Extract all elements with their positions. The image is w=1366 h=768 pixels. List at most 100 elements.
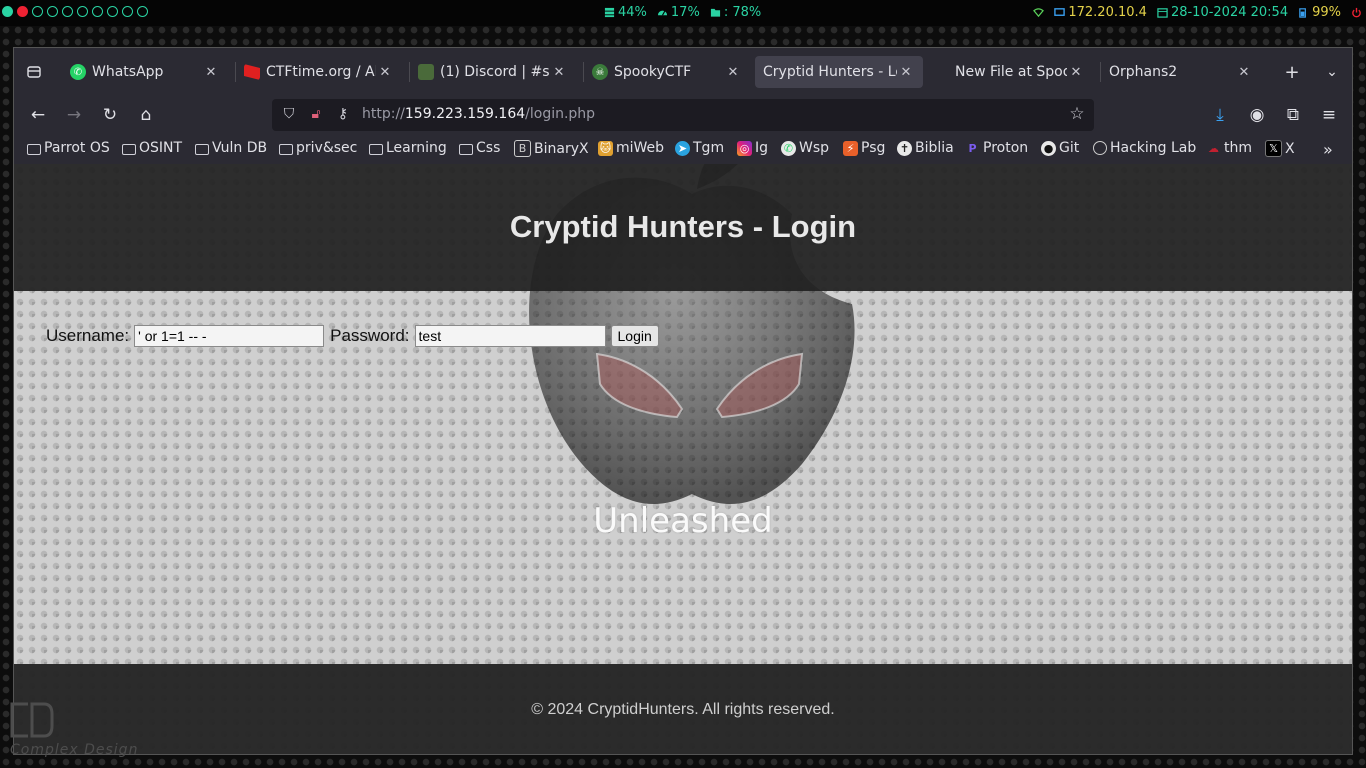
username-label: Username: (46, 326, 130, 345)
cat-icon: 🐱︎ (598, 140, 613, 156)
workspace-5[interactable] (62, 6, 73, 17)
bookmark-miweb[interactable]: 🐱︎ miWeb (598, 140, 664, 156)
close-icon[interactable]: ✕ (376, 65, 394, 80)
key-icon[interactable]: ⚷ (334, 105, 352, 123)
bookmark-wsp[interactable]: ✆ Wsp (781, 140, 829, 156)
address-bar[interactable]: ⛉ 🔓︎ ⚷ http://159.223.159.164/login.php … (272, 99, 1094, 131)
battery-icon (1299, 8, 1307, 18)
gauge-icon (657, 10, 667, 16)
web-page: Cryptid Hunters - Login Username: Passwo… (14, 164, 1352, 754)
tab-new-file[interactable]: New File at Spook ✕ (933, 56, 1093, 88)
menu-icon[interactable]: ≡ (1319, 105, 1339, 125)
workspace-9[interactable] (122, 6, 133, 17)
username-input[interactable] (134, 325, 325, 347)
close-icon[interactable]: ✕ (724, 65, 742, 80)
bookmark-tgm[interactable]: ➤ Tgm (675, 140, 724, 156)
tryhackme-icon: ☁ (1208, 141, 1219, 155)
tab-ctftime[interactable]: CTFtime.org / All ✕ (235, 56, 402, 88)
tab-discord[interactable]: (1) Discord | #so ✕ (409, 56, 576, 88)
bookmarks-overflow-icon[interactable]: » (1323, 140, 1333, 159)
bookmark-hacking-lab[interactable]: Hacking Lab (1093, 140, 1196, 156)
github-icon: ● (1041, 140, 1056, 156)
bookmark-git[interactable]: ● Git (1041, 140, 1079, 156)
lightning-icon: ⚡︎ (843, 140, 858, 156)
password-input[interactable] (414, 325, 606, 347)
bookmark-x[interactable]: 𝕏X (1265, 140, 1295, 157)
bookmark-proton[interactable]: P Proton (965, 140, 1028, 156)
close-icon[interactable]: ✕ (1235, 65, 1253, 80)
new-tab-icon[interactable]: + (1282, 62, 1302, 83)
workspace-10[interactable] (137, 6, 148, 17)
copyright-text: © 2024 CryptidHunters. All rights reserv… (531, 701, 835, 718)
bookmark-star-icon[interactable]: ☆ (1068, 104, 1086, 124)
home-icon[interactable]: ⌂ (136, 105, 156, 125)
bookmark-biblia[interactable]: ✝ Biblia (897, 140, 954, 156)
bible-icon: ✝ (897, 140, 912, 156)
close-icon[interactable]: ✕ (897, 65, 915, 80)
workspace-1[interactable] (2, 6, 13, 17)
folder-icon (122, 143, 136, 155)
folder-icon (279, 143, 293, 155)
login-form: Username: Password: Login (46, 325, 659, 347)
instagram-icon: ◎ (737, 140, 752, 156)
bookmark-folder-vuln-db[interactable]: Vuln DB (195, 140, 267, 156)
whatsapp-icon: ✆ (781, 140, 796, 156)
disk-indicator: : 78% (710, 5, 761, 20)
forward-icon[interactable]: → (64, 105, 84, 125)
workspace-indicators[interactable] (2, 6, 148, 17)
tab-strip: ✆ WhatsApp ✕ CTFtime.org / All ✕ (1) Dis… (14, 48, 1352, 96)
tab-spookyctf[interactable]: ☠ SpookyCTF ✕ (583, 56, 750, 88)
bookmark-folder-learning[interactable]: Learning (369, 140, 447, 156)
clock-indicator: 28-10-2024 20:54 (1157, 5, 1288, 20)
bookmark-ig[interactable]: ◎ Ig (737, 140, 768, 156)
reload-icon[interactable]: ↻ (100, 105, 120, 125)
downloads-icon[interactable]: ⤓ (1210, 105, 1230, 125)
folder-icon (195, 143, 209, 155)
telegram-icon: ➤ (675, 140, 690, 156)
workspace-7[interactable] (92, 6, 103, 17)
tab-cryptid-hunters[interactable]: Cryptid Hunters - Lo ✕ (755, 56, 923, 88)
watermark-text: Complex Design (10, 742, 139, 758)
workspace-8[interactable] (107, 6, 118, 17)
account-icon[interactable]: ◉ (1247, 105, 1267, 125)
extensions-icon[interactable]: ⧉ (1283, 105, 1303, 125)
folder-icon (459, 143, 473, 155)
tab-whatsapp[interactable]: ✆ WhatsApp ✕ (62, 56, 228, 88)
close-icon[interactable]: ✕ (550, 65, 568, 80)
monitor-icon (1054, 8, 1066, 16)
workspace-3[interactable] (32, 6, 43, 17)
power-button[interactable] (1351, 5, 1362, 20)
login-button[interactable]: Login (610, 325, 659, 347)
bookmark-folder-parrot-os[interactable]: Parrot OS (27, 140, 110, 156)
navigation-bar: ← → ↻ ⌂ ⛉ 🔓︎ ⚷ http://159.223.159.164/lo… (14, 96, 1352, 134)
file-icon (941, 64, 949, 80)
desktop-watermark: Complex Design (8, 700, 198, 762)
tab-overview-icon[interactable] (24, 62, 44, 82)
whatsapp-icon: ✆ (70, 64, 86, 80)
proton-icon: P (968, 141, 977, 155)
bookmark-binaryx[interactable]: B BinaryX (514, 140, 589, 157)
back-icon[interactable]: ← (28, 105, 48, 125)
list-all-tabs-icon[interactable]: ⌄ (1322, 62, 1342, 82)
folder-icon (27, 143, 41, 155)
close-icon[interactable]: ✕ (1067, 65, 1085, 80)
tab-orphans2[interactable]: Orphans2 ✕ (1100, 56, 1261, 88)
wifi-icon (1033, 8, 1045, 18)
workspace-6[interactable] (77, 6, 88, 17)
bookmark-psg[interactable]: ⚡︎ Psg (843, 140, 885, 156)
bookmark-folder-css[interactable]: Css (459, 140, 500, 156)
discord-icon (418, 64, 434, 80)
workspace-4[interactable] (47, 6, 58, 17)
workspace-2[interactable] (17, 6, 28, 17)
close-icon[interactable]: ✕ (202, 65, 220, 80)
folder-icon (369, 143, 383, 155)
cpu-indicator: 44% (604, 5, 647, 20)
power-icon (1352, 7, 1361, 18)
bookmark-folder-osint[interactable]: OSINT (122, 140, 182, 156)
wifi-indicator[interactable] (1033, 5, 1045, 20)
bookmark-thm[interactable]: ☁ thm (1206, 140, 1252, 156)
url-text[interactable]: http://159.223.159.164/login.php (362, 106, 595, 122)
shield-icon[interactable]: ⛉ (280, 105, 298, 123)
insecure-lock-icon[interactable]: 🔓︎ (307, 105, 325, 123)
bookmark-folder-priv-sec[interactable]: priv&sec (279, 140, 357, 156)
